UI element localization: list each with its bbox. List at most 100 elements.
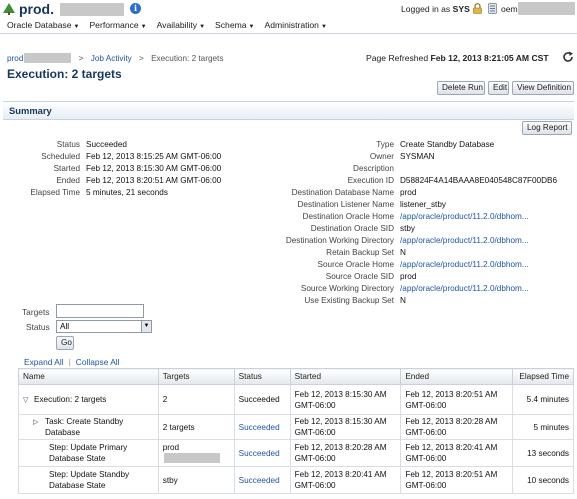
column-name[interactable]: Name xyxy=(18,368,159,385)
breadcrumb: prod > Job Activity > Execution: 2 targe… xyxy=(7,53,223,63)
go-button[interactable]: Go xyxy=(56,336,74,350)
row-targets: prod xyxy=(157,439,235,467)
disclosure-right-icon[interactable]: ▷ xyxy=(33,417,41,428)
delete-run-button[interactable]: Delete Run xyxy=(437,81,485,95)
summary-source-oracle-sid-row: Source Oracle SID prod xyxy=(325,272,417,281)
summary-scheduled-row: Scheduled Feb 12, 2013 8:15:25 AM GMT-06:… xyxy=(41,152,222,161)
execution-table: Name Targets Status Started Ended Elapse… xyxy=(18,368,574,494)
redacted-target-name xyxy=(60,3,124,16)
global-header: prod. i Oracle Database ▼ Performance ▼ Av… xyxy=(0,0,577,34)
menu-oracle-database[interactable]: Oracle Database ▼ xyxy=(7,20,79,30)
source-working-dir-link[interactable]: /app/oracle/product/11.2.0/dbhom... xyxy=(400,283,529,295)
summary-header xyxy=(3,101,574,120)
lock-icon[interactable] xyxy=(473,3,482,14)
row-name[interactable]: Step: Update Primary Database State xyxy=(18,439,159,467)
redacted-oem-host xyxy=(518,2,575,15)
table-row: ▷ Task: Create Standby Database 2 target… xyxy=(18,414,574,440)
expand-all-link[interactable]: Expand All xyxy=(24,357,64,367)
row-started: Feb 12, 2013 8:15:30 AM GMT-06:00 xyxy=(289,414,402,440)
chevron-down-icon: ▼ xyxy=(199,24,206,30)
view-definition-button[interactable]: View Definition xyxy=(512,81,574,95)
targets-label: Targets xyxy=(22,307,50,317)
source-oracle-home-link[interactable]: /app/oracle/product/11.2.0/dbhom... xyxy=(400,259,529,271)
dest-working-dir-link[interactable]: /app/oracle/product/11.2.0/dbhom... xyxy=(400,235,529,247)
menu-schema[interactable]: Schema ▼ xyxy=(215,20,254,30)
summary-retain-backup-row: Retain Backup Set N xyxy=(326,248,406,257)
row-ended: Feb 12, 2013 8:20:51 AM GMT-06:00 xyxy=(400,466,514,494)
top-menu: Oracle Database ▼ Performance ▼ Availabili… xyxy=(7,20,327,30)
info-icon[interactable]: i xyxy=(130,3,141,14)
table-header-row: Name Targets Status Started Ended Elapse… xyxy=(18,368,574,385)
summary-title: Summary xyxy=(9,105,52,116)
status-label: Status xyxy=(26,322,50,332)
table-row: Step: Update Primary Database State prod… xyxy=(18,439,574,467)
disclosure-down-icon[interactable]: ▽ xyxy=(23,395,31,406)
page-title: Execution: 2 targets xyxy=(7,67,122,81)
row-status: Succeeded xyxy=(233,384,291,415)
row-started: Feb 12, 2013 8:15:30 AM GMT-06:00 xyxy=(289,384,402,415)
table-row: Step: Update Standby Database State stby… xyxy=(18,466,574,494)
column-ended[interactable]: Ended xyxy=(400,368,514,385)
column-started[interactable]: Started xyxy=(289,368,402,385)
summary-execution-id-row: Execution ID D58824F4A14BAAA8E040548C87F0… xyxy=(347,176,558,185)
dest-oracle-home-link[interactable]: /app/oracle/product/11.2.0/dbhom... xyxy=(400,211,529,223)
edit-button[interactable]: Edit xyxy=(488,81,509,95)
status-select[interactable]: All ▼ xyxy=(56,320,152,333)
expand-collapse-links: Expand All | Collapse All xyxy=(24,357,120,367)
summary-description-row: Description xyxy=(353,164,394,173)
collapse-all-link[interactable]: Collapse All xyxy=(76,357,120,367)
oem-label[interactable]: oem xyxy=(501,4,518,14)
menu-performance[interactable]: Performance ▼ xyxy=(89,20,146,30)
summary-dest-oracle-sid-row: Destination Oracle SID stby xyxy=(310,224,416,233)
log-report-button[interactable]: Log Report xyxy=(522,121,572,135)
chevron-down-icon: ▼ xyxy=(141,321,151,332)
row-targets: 2 xyxy=(157,384,235,415)
summary-dest-working-dir-row: Destination Working Directory/app/oracle… xyxy=(285,235,529,247)
row-name[interactable]: Step: Update Standby Database State xyxy=(18,466,159,494)
summary-dest-listener-row: Destination Listener Name listener_stby xyxy=(297,200,446,209)
targets-input[interactable] xyxy=(56,304,144,318)
summary-left: Status Succeeded Scheduled Feb 12, 2013 8:… xyxy=(0,139,221,199)
summary-source-oracle-home-row: Source Oracle Home/app/oracle/product/11… xyxy=(317,259,529,271)
summary-dest-db-name-row: Destination Database Name prod xyxy=(291,188,417,197)
menu-administration[interactable]: Administration ▼ xyxy=(265,20,327,30)
target-name[interactable]: prod. xyxy=(19,1,54,17)
row-elapsed: 5 minutes xyxy=(512,414,574,440)
chevron-down-icon: ▼ xyxy=(73,24,80,30)
row-elapsed: 5.4 minutes xyxy=(512,384,574,415)
breadcrumb-job-activity[interactable]: Job Activity xyxy=(91,54,132,63)
redacted-target xyxy=(163,453,220,463)
row-status-link[interactable]: Succeeded xyxy=(233,439,291,467)
tree-icon xyxy=(3,3,15,15)
column-status[interactable]: Status xyxy=(233,368,291,385)
task-link[interactable]: Task: Create Standby Database xyxy=(33,416,154,438)
row-targets: stby xyxy=(157,466,235,494)
summary-owner-row: Owner SYSMAN xyxy=(369,152,435,161)
breadcrumb-separator: > xyxy=(78,54,84,63)
summary-right: Type Create Standby Database Owner SYSMAN … xyxy=(228,139,557,307)
column-targets[interactable]: Targets xyxy=(157,368,235,385)
row-ended: Feb 12, 2013 8:20:41 AM GMT-06:00 xyxy=(400,439,514,467)
menu-availability[interactable]: Availability ▼ xyxy=(157,20,205,30)
summary-status-row: Status Succeeded xyxy=(56,140,127,149)
pin-icon[interactable] xyxy=(488,3,497,14)
summary-source-working-dir-row: Source Working Directory/app/oracle/prod… xyxy=(300,283,529,295)
row-elapsed: 13 seconds xyxy=(512,439,574,467)
column-elapsed[interactable]: Elapsed Time xyxy=(512,368,574,385)
row-status-link[interactable]: Succeeded xyxy=(233,466,291,494)
summary-ended-row: Ended Feb 12, 2013 8:20:51 AM GMT-06:00 xyxy=(56,176,222,185)
summary-dest-oracle-home-row: Destination Oracle Home/app/oracle/produ… xyxy=(302,211,529,223)
breadcrumb-current: Execution: 2 targets xyxy=(151,54,224,63)
chevron-down-icon: ▼ xyxy=(248,24,255,30)
refresh-icon[interactable] xyxy=(562,51,574,63)
row-name: ▽ Execution: 2 targets xyxy=(18,384,159,415)
row-status-link[interactable]: Succeeded xyxy=(233,414,291,440)
page-refreshed: Page Refreshed Feb 12, 2013 8:21:05 AM C… xyxy=(366,53,549,63)
summary-use-existing-backup-row: Use Existing Backup Set N xyxy=(304,296,406,305)
breadcrumb-root[interactable]: prod xyxy=(7,54,23,63)
row-started: Feb 12, 2013 8:20:28 AM GMT-06:00 xyxy=(289,439,402,467)
logged-in-text: Logged in as SYS xyxy=(401,4,470,14)
redacted-breadcrumb xyxy=(24,53,72,63)
chevron-down-icon: ▼ xyxy=(320,24,327,30)
row-ended: Feb 12, 2013 8:20:28 AM GMT-06:00 xyxy=(400,414,514,440)
